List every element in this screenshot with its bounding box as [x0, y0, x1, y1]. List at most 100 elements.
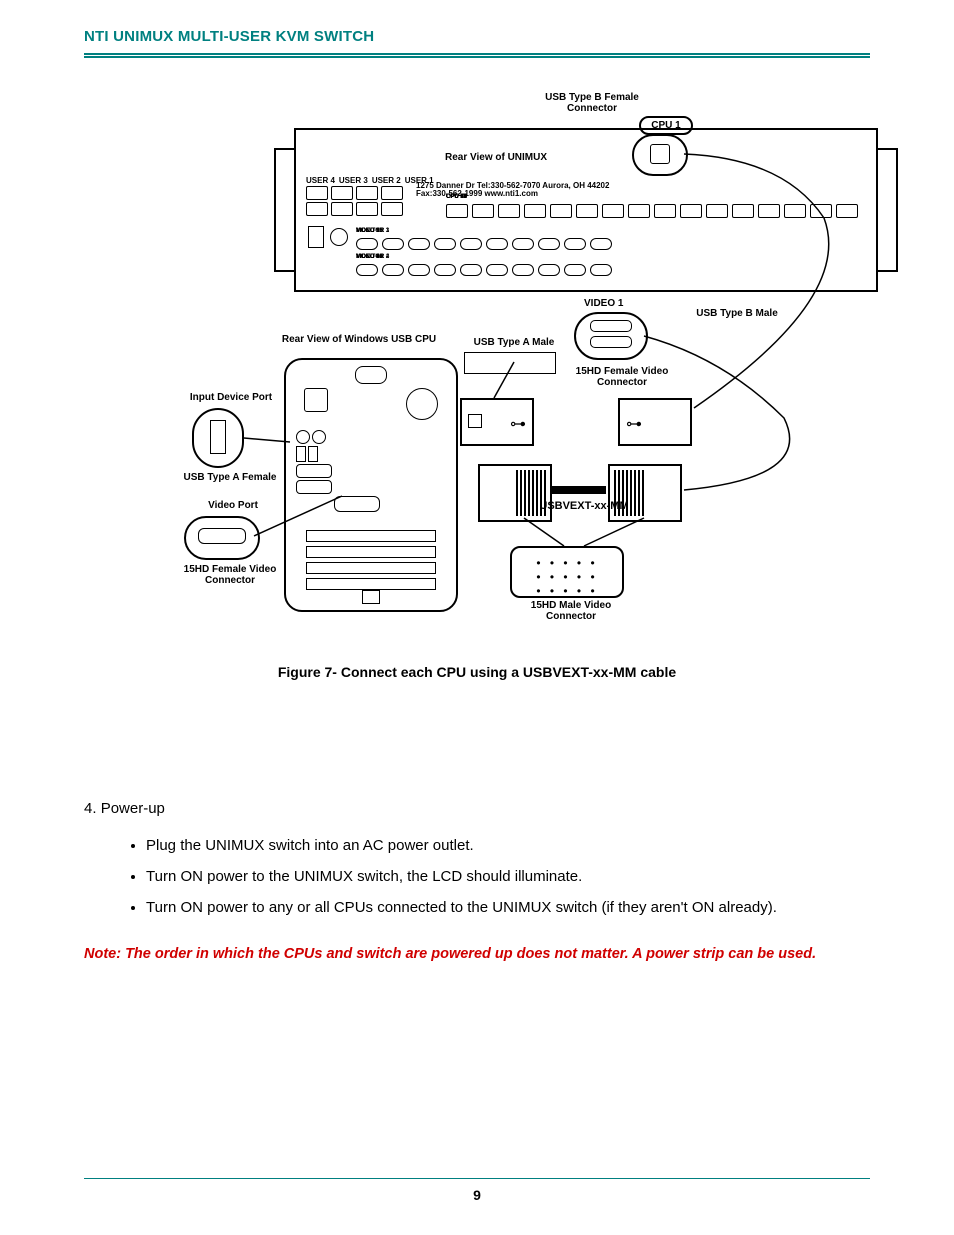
cpu-usb-port-icon [654, 204, 676, 218]
cpu-usb-port-icon [784, 204, 806, 218]
cpu-usb-port-icon [758, 204, 780, 218]
rack-ear-right-icon [878, 148, 898, 272]
vga-port-icon [590, 264, 612, 276]
vga-port-icon [460, 264, 482, 276]
unimux-rear-chassis: Rear View of UNIMUX USER 4 USER 3 USER 2… [294, 128, 878, 292]
detail-usb-a-female-icon [192, 408, 244, 468]
footer-rule [84, 1178, 870, 1179]
user-port-icon [381, 202, 403, 216]
pc-slot-icon [306, 546, 436, 558]
vga-port-icon [382, 264, 404, 276]
usb-b-plug-icon: ⊶ [618, 398, 692, 446]
label-video-port: VIDEO 2 [356, 254, 380, 260]
detail-video1-icon [574, 312, 648, 360]
label-rear-unimux: Rear View of UNIMUX [416, 152, 576, 163]
vga-port-icon [434, 238, 456, 250]
user-port-icon [306, 186, 328, 200]
hd15-male-plug-icon [608, 464, 682, 522]
usb-a-male-box-icon [464, 352, 556, 374]
label-usb-b-male: USB Type B Male [692, 308, 782, 319]
hd15-male-plug-icon [478, 464, 552, 522]
header-rule [84, 53, 870, 58]
pc-slot-icon [306, 562, 436, 574]
pc-foot-icon [362, 590, 380, 604]
user-port-icon [381, 186, 403, 200]
vga-port-icon [590, 238, 612, 250]
label-user4: USER 4 [306, 176, 335, 185]
section-heading: 4. Power-up [84, 800, 870, 817]
usb-port-icon [308, 446, 318, 462]
pc-rear-icon [284, 358, 458, 612]
label-hd15-female-2: 15HD Female Video Connector [170, 564, 290, 586]
vga-port-icon [356, 238, 378, 250]
label-hd15-male: 15HD Male Video Connector [516, 600, 626, 622]
label-user2: USER 2 [372, 176, 401, 185]
usb-port-icon [296, 446, 306, 462]
list-item: Turn ON power to the UNIMUX switch, the … [146, 868, 870, 885]
ps2-port-icon [312, 430, 326, 444]
ps2-port-icon [296, 430, 310, 444]
usb-a-plug-icon: ⊶ [460, 398, 534, 446]
vga-port-icon [408, 238, 430, 250]
label-usb-a-male: USB Type A Male [459, 337, 569, 348]
cpu-usb-port-icon [628, 204, 650, 218]
label-usb-b-female: USB Type B Female Connector [532, 92, 652, 114]
vga-port-icon [564, 238, 586, 250]
detail-hd15-female-icon [184, 516, 260, 560]
vga-port-icon [460, 238, 482, 250]
cpu-usb-port-icon [810, 204, 832, 218]
rack-ear-left-icon [274, 148, 294, 272]
user-port-icon [356, 186, 378, 200]
cpu-usb-port-icon [524, 204, 546, 218]
pc-fan-icon [304, 388, 328, 412]
vga-port-icon [512, 238, 534, 250]
user-port-icon [356, 202, 378, 216]
cpu-usb-port-icon [680, 204, 702, 218]
label-video1: VIDEO 1 [584, 298, 623, 309]
vga-port-icon [512, 264, 534, 276]
section-title: Power-up [101, 800, 165, 817]
pc-slot-icon [306, 578, 436, 590]
vga-port-icon [356, 264, 378, 276]
serial-port-icon [296, 464, 332, 478]
label-video-port: VIDEO 1 [356, 228, 380, 234]
label-rear-pc: Rear View of Windows USB CPU [259, 334, 459, 345]
vga-port-icon [382, 238, 404, 250]
serial-port-icon [296, 480, 332, 494]
user-port-icon [331, 186, 353, 200]
cpu-usb-port-icon [446, 204, 468, 218]
vga-port-icon [408, 264, 430, 276]
pc-fan-icon [406, 388, 438, 420]
cpu-usb-port-icon [498, 204, 520, 218]
page-number: 9 [0, 1187, 954, 1203]
figure-caption: Figure 7- Connect each CPU using a USBVE… [84, 664, 870, 680]
detail-hd15-male-icon: • • • • •• • • • •• • • • • [510, 546, 624, 598]
vga-port-icon [564, 264, 586, 276]
power-up-steps-list: Plug the UNIMUX switch into an AC power … [146, 837, 870, 916]
cpu-usb-port-icon [550, 204, 572, 218]
user-port-icon [331, 202, 353, 216]
label-cable-name: USBVEXT-xx-MM [514, 500, 654, 512]
vga-port-icon [538, 238, 560, 250]
cpu-usb-port-icon [706, 204, 728, 218]
cpu-usb-port-icon [602, 204, 624, 218]
cpu-usb-port-icon [576, 204, 598, 218]
section-number: 4. [84, 800, 97, 817]
label-cpu-port: CPU 1 [446, 194, 464, 200]
cpu-usb-port-icon [472, 204, 494, 218]
list-item: Turn ON power to any or all CPUs connect… [146, 899, 870, 916]
figure-7-diagram: USB Type B Female Connector CPU 1 Rear V… [84, 98, 870, 658]
power-switch-icon [330, 228, 348, 246]
label-cable-text: USBVEXT-xx-MM [539, 500, 628, 512]
power-inlet-icon [308, 226, 324, 248]
vga-port-icon [434, 264, 456, 276]
pc-slot-icon [306, 530, 436, 542]
note-text: Note: The order in which the CPUs and sw… [84, 946, 870, 962]
vga-port-icon [334, 496, 380, 512]
label-video-port: Video Port [188, 500, 278, 511]
label-user3: USER 3 [339, 176, 368, 185]
list-item: Plug the UNIMUX switch into an AC power … [146, 837, 870, 854]
cpu-usb-port-icon [732, 204, 754, 218]
cpu-usb-port-icon [836, 204, 858, 218]
cable-segment-icon [550, 486, 606, 494]
